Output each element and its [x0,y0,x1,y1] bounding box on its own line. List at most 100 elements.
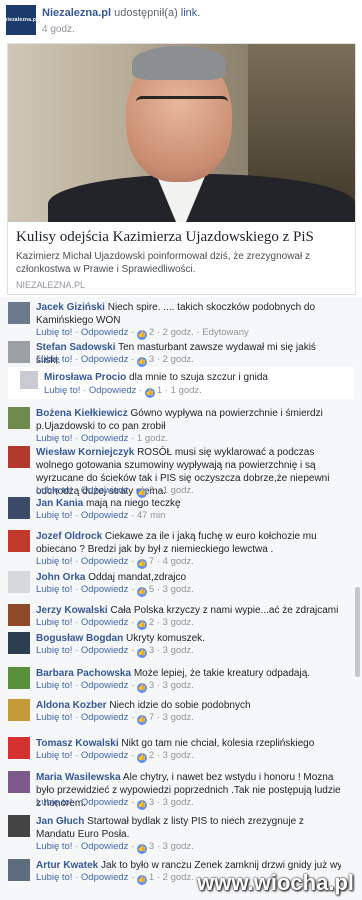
scrollbar-thumb[interactable] [355,587,360,677]
avatar[interactable] [8,341,30,363]
reply-link[interactable]: Odpowiedz [81,712,129,723]
like-count[interactable]: 3 [149,841,154,852]
like-link[interactable]: Lubię to! [36,354,72,365]
like-count[interactable]: 3 [149,645,154,656]
reply-link[interactable]: Odpowiedz [89,385,137,396]
comment-author[interactable]: Maria Wasilewska [36,772,121,783]
avatar[interactable] [20,371,38,389]
like-count[interactable]: 2 [149,750,154,761]
like-count[interactable]: 1 [149,872,154,883]
like-count[interactable]: 7 [149,556,154,567]
avatar[interactable] [8,407,30,429]
reply-link[interactable]: Odpowiedz [81,327,129,338]
avatar[interactable] [8,571,30,593]
like-count[interactable]: 5 [149,584,154,595]
like-count[interactable]: 3 [149,797,154,808]
like-count[interactable]: 1 [157,385,162,396]
like-link[interactable]: Lubię to! [36,584,72,595]
avatar[interactable] [8,815,30,837]
comment-time[interactable]: 2 godz. [163,872,194,883]
comment-author[interactable]: Aldona Kozber [36,700,107,711]
comment-time[interactable]: 2 godz. [163,327,194,338]
like-count[interactable]: 2 [149,327,154,338]
comment-author[interactable]: Jan Głuch [36,816,84,827]
reply-link[interactable]: Odpowiedz [81,556,129,567]
avatar[interactable] [8,302,30,324]
reply-link[interactable]: Odpowiedz [81,645,129,656]
reply-link[interactable]: Odpowiedz [81,617,129,628]
like-count[interactable]: 7 [149,712,154,723]
like-link[interactable]: Lubię to! [36,750,72,761]
comment-time[interactable]: 3 godz. [163,645,194,656]
comment-time[interactable]: 1 godz. [171,385,202,396]
comment-time[interactable]: 3 godz. [163,680,194,691]
comment-time[interactable]: 1 godz. [137,433,168,444]
page-avatar[interactable]: niezalezna.pl [4,5,38,35]
comment-time[interactable]: 3 godz. [163,797,194,808]
comment-author[interactable]: Bożena Kiełkiewicz [36,408,128,419]
reply-link[interactable]: Odpowiedz [81,797,129,808]
avatar[interactable] [8,632,30,654]
link-photo[interactable] [8,44,355,222]
comment-author[interactable]: Jan Kania [36,498,83,509]
like-link[interactable]: Lubię to! [36,712,72,723]
reply-link[interactable]: Odpowiedz [81,584,129,595]
comment-time[interactable]: 3 godz. [163,841,194,852]
reply-link[interactable]: Odpowiedz [81,872,129,883]
reply-link[interactable]: Odpowiedz [81,750,129,761]
comment-time[interactable]: 3 godz. [163,584,194,595]
like-link[interactable]: Lubię to! [36,680,72,691]
avatar[interactable] [8,699,30,721]
avatar[interactable] [8,667,30,689]
comment-author[interactable]: Stefan Sadowski [36,342,115,353]
reply-link[interactable]: Odpowiedz [81,354,129,365]
comment-author[interactable]: Tomasz Kowalski [36,738,119,749]
like-count[interactable]: 3 [149,354,154,365]
reply-link[interactable]: Odpowiedz [81,510,129,521]
avatar[interactable] [8,497,30,519]
comment-author[interactable]: Jozef Oldrock [36,531,102,542]
like-link[interactable]: Lubię to! [36,327,72,338]
post-timestamp[interactable]: 4 godz. [42,24,75,35]
comment-time[interactable]: 4 godz. [163,556,194,567]
comment-author[interactable]: Wiesław Korniejczyk [36,447,134,458]
comment-author[interactable]: Mirosława Procio [44,372,126,383]
avatar[interactable] [8,604,30,626]
like-count[interactable]: 2 [149,617,154,628]
comment-time[interactable]: 3 godz. [163,712,194,723]
reply-link[interactable]: Odpowiedz [81,433,129,444]
page-name-link[interactable]: Niezalezna.pl [42,7,111,19]
avatar[interactable] [8,446,30,468]
comment-author[interactable]: Barbara Pachowska [36,668,131,679]
like-link[interactable]: Lubię to! [36,797,72,808]
like-link[interactable]: Lubię to! [36,510,72,521]
avatar[interactable] [8,859,30,881]
like-link[interactable]: Lubię to! [36,841,72,852]
avatar[interactable] [8,530,30,552]
like-link[interactable]: Lubię to! [36,645,72,656]
comment-time[interactable]: 47 min [137,510,166,521]
comment-author[interactable]: John Orka [36,572,85,583]
comment-time[interactable]: 3 godz. [163,617,194,628]
avatar[interactable] [8,771,30,793]
link-word[interactable]: link. [181,7,201,19]
comment-author[interactable]: Bogusław Bogdan [36,633,123,644]
comment-author[interactable]: Jacek Giziński [36,302,105,313]
link-domain: NIEZALEZNA.PL [16,280,86,290]
comment-author[interactable]: Artur Kwatek [36,860,98,871]
comment-text: Może lepiej, że takie kreatury odpadają. [133,668,311,679]
link-title[interactable]: Kulisy odejścia Kazimierza Ujazdowskiego… [16,229,314,246]
like-link[interactable]: Lubię to! [36,872,72,883]
reply-link[interactable]: Odpowiedz [81,680,129,691]
like-link[interactable]: Lubię to! [36,556,72,567]
avatar[interactable] [8,737,30,759]
like-link[interactable]: Lubię to! [36,617,72,628]
comment-time[interactable]: 2 godz. [163,354,194,365]
comment-author[interactable]: Jerzy Kowalski [36,605,108,616]
like-link[interactable]: Lubię to! [36,433,72,444]
like-count[interactable]: 3 [149,680,154,691]
link-preview[interactable]: Kulisy odejścia Kazimierza Ujazdowskiego… [7,43,356,295]
like-link[interactable]: Lubię to! [44,385,80,396]
comment-time[interactable]: 3 godz. [163,750,194,761]
reply-link[interactable]: Odpowiedz [81,841,129,852]
